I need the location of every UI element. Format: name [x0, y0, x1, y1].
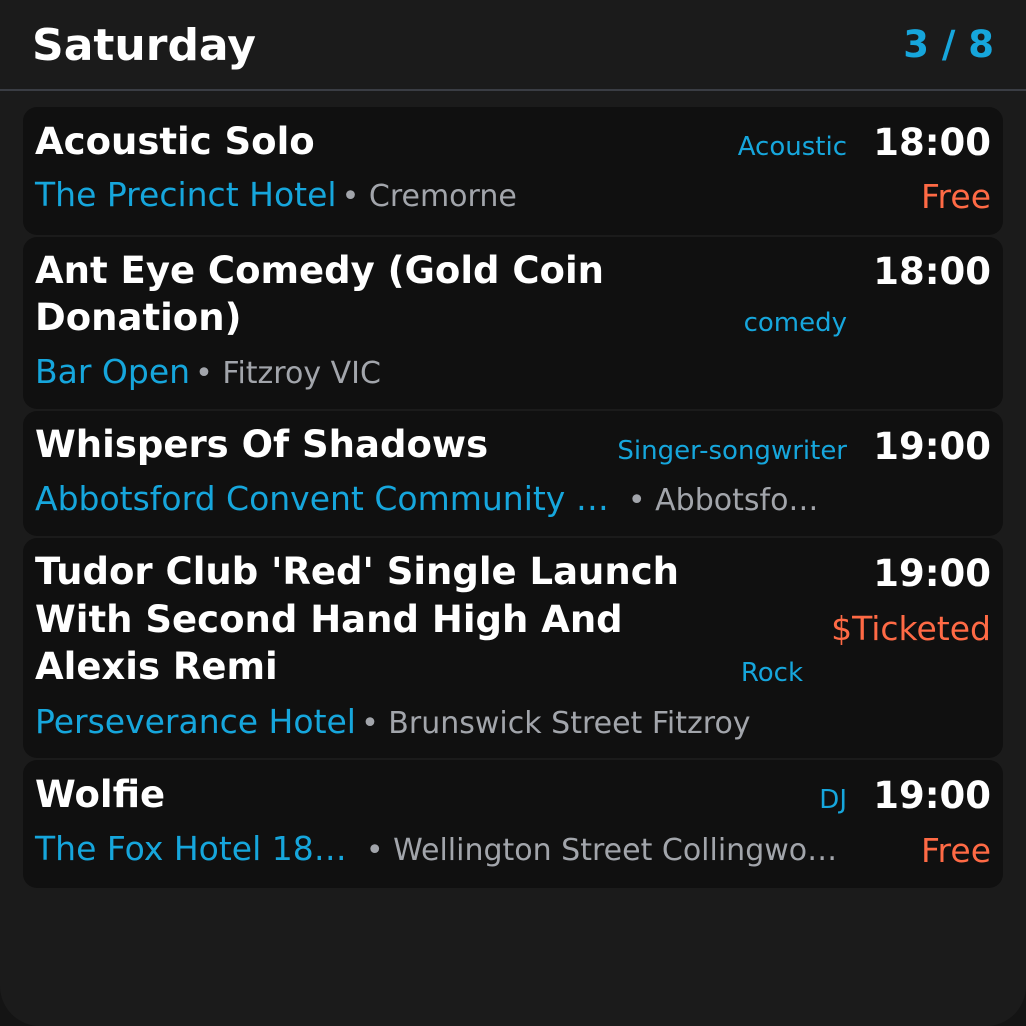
event-genre: Acoustic [737, 132, 847, 162]
event-venue[interactable]: Perseverance Hotel [35, 702, 356, 741]
event-genre: comedy [743, 308, 847, 338]
event-title: Whispers Of Shadows [35, 423, 489, 466]
event-venue-row: Bar Open • Fitzroy VIC [35, 350, 381, 400]
event-time: 19:00 [873, 425, 991, 468]
event-time: 18:00 [873, 250, 991, 293]
event-venue-row: The Precinct Hotel • Cremorne [35, 173, 517, 223]
event-venue[interactable]: Bar Open [35, 352, 190, 391]
page-indicator: 3 / 8 [903, 23, 994, 66]
event-title: Wolfie [35, 773, 166, 816]
header: Saturday 3 / 8 [0, 0, 1026, 91]
event-title: Acoustic Solo [35, 120, 315, 163]
day-title: Saturday [32, 20, 256, 71]
event-card[interactable]: Wolfie DJ 19:00 Free The Fox Hotel 18… •… [23, 760, 1003, 888]
event-venue-row: Perseverance Hotel • Brunswick Street Fi… [35, 700, 751, 750]
event-title-line-1: Tudor Club 'Red' Single Launch [35, 550, 680, 593]
event-genre: Rock [740, 658, 803, 688]
event-card[interactable]: Ant Eye Comedy (Gold Coin Donation) come… [23, 237, 1003, 409]
event-card[interactable]: Whispers Of Shadows Singer-songwriter 19… [23, 411, 1003, 536]
event-location: • Fitzroy VIC [195, 356, 381, 391]
event-title-line-3: Alexis Remi [35, 645, 278, 688]
event-location: • Wellington Street Collingwo… [365, 833, 838, 868]
event-time: 19:00 [873, 774, 991, 817]
event-card[interactable]: Acoustic Solo Acoustic 18:00 Free The Pr… [23, 107, 1003, 235]
event-price: $Ticketed [831, 609, 991, 648]
event-title-line-1: Ant Eye Comedy (Gold Coin [35, 249, 604, 292]
event-location: • Abbotsfo… [627, 483, 819, 518]
event-card[interactable]: Tudor Club 'Red' Single Launch With Seco… [23, 538, 1003, 758]
event-list-screen: Saturday 3 / 8 Acoustic Solo Acoustic 18… [0, 0, 1026, 1026]
event-time: 18:00 [873, 121, 991, 164]
event-price: Free [920, 177, 991, 216]
event-time: 19:00 [873, 552, 991, 595]
event-title-line-2: With Second Hand High And [35, 598, 623, 641]
event-venue-row: The Fox Hotel 18… • Wellington Street Co… [35, 827, 837, 877]
event-venue[interactable]: The Precinct Hotel [35, 175, 337, 214]
event-venue[interactable]: Abbotsford Convent Community … [35, 479, 609, 518]
event-venue[interactable]: The Fox Hotel 18… [35, 829, 347, 868]
event-location: • Brunswick Street Fitzroy [361, 706, 751, 741]
event-venue-row: Abbotsford Convent Community … • Abbotsf… [35, 477, 818, 527]
event-genre: Singer-songwriter [617, 436, 847, 466]
event-location: • Cremorne [341, 179, 517, 214]
event-price: Free [920, 831, 991, 870]
event-title-line-2: Donation) [35, 296, 242, 339]
event-genre: DJ [819, 785, 847, 815]
